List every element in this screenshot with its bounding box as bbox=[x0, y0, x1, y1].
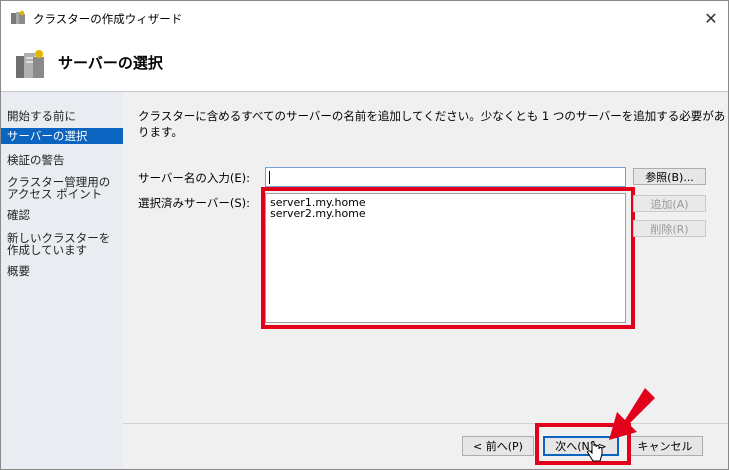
hand-cursor-icon bbox=[587, 441, 603, 462]
nav-item-confirmation[interactable]: 確認 bbox=[1, 209, 123, 221]
cluster-wizard-window: クラスターの作成ウィザード ✕ サーバーの選択 開始する前に サーバーの選択 検… bbox=[0, 0, 729, 470]
server-name-input[interactable] bbox=[265, 167, 626, 187]
server-name-label: サーバー名の入力(E): bbox=[138, 171, 250, 185]
nav-item-summary[interactable]: 概要 bbox=[1, 265, 123, 277]
previous-button[interactable]: < 前へ(P) bbox=[462, 436, 534, 456]
cluster-app-icon bbox=[11, 10, 25, 24]
window-title: クラスターの作成ウィザード bbox=[33, 12, 183, 26]
close-button[interactable]: ✕ bbox=[694, 1, 728, 35]
nav-item-validation-warning[interactable]: 検証の警告 bbox=[1, 154, 123, 166]
selected-servers-label: 選択済みサーバー(S): bbox=[138, 196, 251, 210]
wizard-header: サーバーの選択 bbox=[1, 35, 728, 91]
title-bar: クラスターの作成ウィザード ✕ bbox=[1, 1, 728, 35]
cluster-server-icon bbox=[16, 50, 44, 78]
nav-item-creating-cluster[interactable]: 新しいクラスターを作成しています bbox=[1, 232, 119, 256]
browse-button[interactable]: 参照(B)... bbox=[633, 168, 706, 185]
wizard-content: クラスターに含めるすべてのサーバーの名前を追加してください。少なくとも 1 つの… bbox=[123, 92, 728, 469]
nav-item-before-you-begin[interactable]: 開始する前に bbox=[1, 110, 123, 122]
page-title: サーバーの選択 bbox=[58, 54, 163, 72]
instruction-text: クラスターに含めるすべてのサーバーの名前を追加してください。少なくとも 1 つの… bbox=[138, 109, 726, 139]
red-arrow-icon bbox=[609, 388, 655, 440]
highlight-box-server-list bbox=[261, 187, 635, 329]
close-icon: ✕ bbox=[704, 8, 718, 28]
remove-button[interactable]: 削除(R) bbox=[633, 220, 706, 237]
text-caret bbox=[269, 171, 270, 184]
nav-item-select-servers[interactable]: サーバーの選択 bbox=[1, 128, 123, 144]
wizard-steps-nav: 開始する前に サーバーの選択 検証の警告 クラスター管理用のアクセス ポイント … bbox=[1, 92, 123, 469]
add-button[interactable]: 追加(A) bbox=[633, 195, 706, 212]
nav-item-access-point[interactable]: クラスター管理用のアクセス ポイント bbox=[1, 176, 119, 200]
